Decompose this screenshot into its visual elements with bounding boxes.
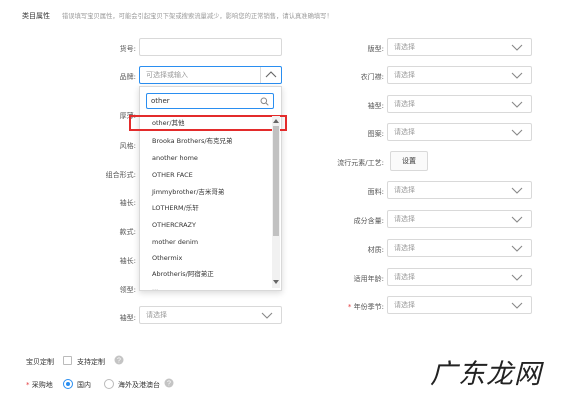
xiuxing-r-select[interactable]: 请选择 bbox=[387, 95, 532, 113]
label-banxing: 版型: bbox=[367, 45, 384, 53]
label-xiuxing: 袖长: bbox=[119, 257, 136, 265]
label-xiuxing2: 袖型: bbox=[119, 314, 136, 322]
select-placeholder: 请选择 bbox=[394, 244, 415, 252]
yimenjin-select[interactable]: 请选择 bbox=[387, 66, 532, 84]
chevron-down-icon bbox=[511, 129, 523, 136]
list-item[interactable]: OTHER FACE bbox=[152, 171, 193, 180]
list-item[interactable]: another home bbox=[152, 154, 198, 163]
select-placeholder: 请选择 bbox=[394, 186, 415, 194]
svg-text:?: ? bbox=[117, 358, 121, 365]
select-placeholder: 请选择 bbox=[394, 301, 415, 309]
chevron-up-icon[interactable] bbox=[260, 67, 281, 83]
svg-text:?: ? bbox=[167, 381, 171, 388]
chengfen-select[interactable]: 请选择 bbox=[387, 210, 532, 228]
list-item[interactable]: mother denim bbox=[152, 238, 198, 247]
dropdown-scrollbar[interactable] bbox=[272, 116, 280, 288]
brand-placeholder: 可选择或输入 bbox=[146, 71, 188, 79]
notice-text: 错误填写宝贝属性，可能会引起宝贝下架或搜索流量减少，影响您的正常销售，请认真准确… bbox=[62, 13, 333, 20]
brand-search-input[interactable]: other bbox=[146, 93, 274, 109]
chevron-down-icon bbox=[511, 302, 523, 309]
list-item-partial: ... bbox=[152, 284, 159, 292]
caizhi-select[interactable]: 请选择 bbox=[387, 239, 532, 257]
radio-overseas[interactable] bbox=[104, 379, 114, 389]
custom-checkbox-label: 支持定制 bbox=[77, 358, 105, 366]
jijie-select[interactable]: 请选择 bbox=[387, 296, 532, 314]
label-jijie: * 年份季节: bbox=[300, 302, 384, 312]
radio-dot bbox=[66, 382, 70, 386]
select-placeholder: 请选择 bbox=[394, 128, 415, 136]
label-lingxing: 领型: bbox=[119, 286, 136, 294]
watermark-text: 广东龙网 bbox=[430, 359, 542, 390]
scrollbar-thumb[interactable] bbox=[273, 126, 279, 236]
purchase-label-text: 采购地 bbox=[31, 381, 53, 389]
list-item[interactable]: Brooka Brothers/布克兄弟 bbox=[152, 137, 233, 146]
label-kuanshi: 款式: bbox=[119, 228, 136, 236]
help-icon[interactable]: ? bbox=[114, 355, 124, 365]
label-jijie-text: 年份季节: bbox=[353, 303, 384, 311]
chevron-down-icon bbox=[511, 72, 523, 79]
radio-domestic[interactable] bbox=[63, 379, 73, 389]
mianliao-select[interactable]: 请选择 bbox=[387, 181, 532, 199]
label-yimenjin: 衣门襟: bbox=[360, 73, 384, 81]
huohao-input[interactable] bbox=[139, 38, 282, 56]
xiuxing-placeholder: 请选择 bbox=[146, 311, 167, 319]
list-item[interactable]: OTHERCRAZY bbox=[152, 221, 196, 230]
xiuxing-select[interactable]: 请选择 bbox=[139, 306, 282, 324]
chevron-down-icon bbox=[511, 187, 523, 194]
list-item[interactable]: Othermix bbox=[152, 254, 182, 263]
liuxing-setting-button[interactable]: 设置 bbox=[390, 151, 428, 171]
help-icon[interactable]: ? bbox=[164, 378, 174, 388]
search-icon[interactable] bbox=[260, 97, 269, 106]
label-tuan: 图案: bbox=[367, 130, 384, 138]
select-placeholder: 请选择 bbox=[394, 273, 415, 281]
custom-checkbox[interactable] bbox=[63, 356, 72, 365]
chevron-down-icon bbox=[511, 216, 523, 223]
tuan-select[interactable]: 请选择 bbox=[387, 123, 532, 141]
label-caizhi: 材质: bbox=[367, 246, 384, 254]
chevron-down-icon bbox=[261, 312, 273, 319]
select-placeholder: 请选择 bbox=[394, 71, 415, 79]
nianling-select[interactable]: 请选择 bbox=[387, 268, 532, 286]
select-placeholder: 请选择 bbox=[394, 100, 415, 108]
brand-search-value: other bbox=[151, 97, 170, 105]
select-placeholder: 请选择 bbox=[394, 215, 415, 223]
chevron-down-icon bbox=[511, 274, 523, 281]
purchase-label: * 采购地 bbox=[26, 380, 53, 390]
label-houdu: 厚薄: bbox=[119, 112, 136, 120]
label-huohao: 货号: bbox=[119, 45, 136, 53]
select-placeholder: 请选择 bbox=[394, 43, 415, 51]
chevron-down-icon bbox=[511, 44, 523, 51]
custom-label: 宝贝定制 bbox=[26, 358, 54, 366]
section-label: 类目属性 bbox=[22, 12, 50, 20]
label-fengge: 风格: bbox=[119, 142, 136, 150]
scroll-up-icon[interactable] bbox=[273, 118, 279, 123]
radio-domestic-label: 国内 bbox=[77, 381, 91, 389]
label-zuhe: 组合形式: bbox=[105, 171, 136, 179]
chevron-down-icon bbox=[511, 245, 523, 252]
scroll-down-icon[interactable] bbox=[273, 280, 279, 285]
list-item[interactable]: LOTHERM/乐轩 bbox=[152, 204, 199, 213]
brand-select[interactable]: 可选择或输入 bbox=[139, 66, 282, 84]
label-mianliao: 面料: bbox=[367, 188, 384, 196]
list-item[interactable]: Abrotheris/阿宿弟正 bbox=[152, 270, 214, 279]
chevron-down-icon bbox=[511, 101, 523, 108]
radio-overseas-label: 海外及港澳台 bbox=[118, 381, 160, 389]
label-xiuchang: 袖长: bbox=[119, 199, 136, 207]
list-item[interactable]: Jimmybrother/吉米哥弟 bbox=[152, 188, 224, 197]
banxing-select[interactable]: 请选择 bbox=[387, 38, 532, 56]
label-liuxing: 流行元素/工艺: bbox=[337, 159, 384, 167]
list-item[interactable]: other/其他 bbox=[152, 119, 185, 128]
label-pinpai: 品牌: bbox=[119, 73, 136, 81]
label-xiuxing-r: 袖型: bbox=[367, 102, 384, 110]
label-chengfen: 成分含量: bbox=[353, 217, 384, 225]
label-nianling: 适用年龄: bbox=[353, 275, 384, 283]
